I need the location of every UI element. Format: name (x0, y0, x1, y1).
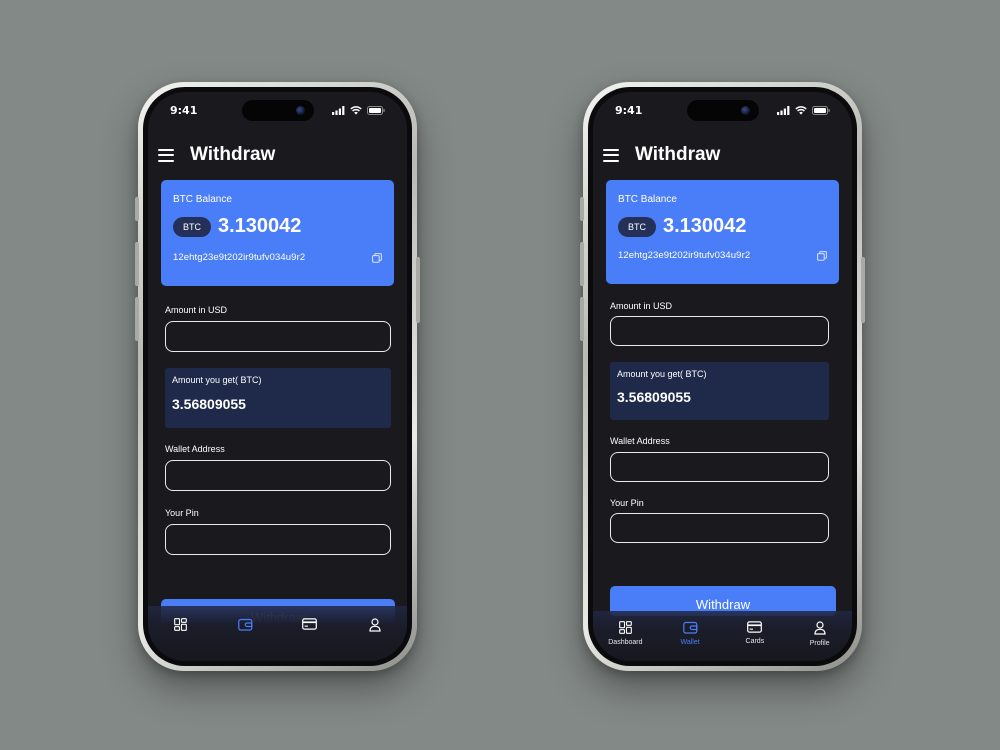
page-title: Withdraw (190, 144, 276, 165)
tab-dashboard[interactable] (154, 618, 206, 636)
wifi-icon (350, 105, 362, 115)
tab-dashboard-label: Dashboard (608, 639, 643, 646)
bottom-tab-bar (148, 606, 407, 661)
battery-icon (812, 105, 830, 115)
tab-wallet[interactable]: Wallet (664, 621, 716, 646)
amount-get-label: Amount you get( BTC) (172, 375, 262, 385)
balance-amount: 3.130042 (663, 215, 747, 237)
balance-row: BTC 3.130042 (618, 215, 827, 238)
status-icons (332, 105, 385, 115)
phone-screen: 9:41 Withdraw BTC Balance BTC 3.130042 1… (148, 92, 407, 661)
cellular-signal-icon (777, 105, 790, 115)
amount-usd-label: Amount in USD (165, 305, 228, 315)
tab-cards-label: Cards (745, 638, 765, 645)
profile-icon (814, 621, 826, 635)
app-header: Withdraw (158, 144, 275, 166)
wallet-address-input[interactable] (165, 460, 391, 491)
pin-input[interactable] (610, 513, 829, 543)
balance-amount: 3.130042 (218, 215, 302, 237)
tab-wallet-label: Wallet (680, 639, 700, 646)
amount-get-value: 3.56809055 (617, 389, 691, 405)
pin-input[interactable] (165, 524, 391, 555)
balance-label: BTC Balance (173, 194, 232, 205)
tab-dashboard[interactable]: Dashboard (599, 621, 651, 646)
phone-mockup-left: 9:41 Withdraw BTC Balance BTC 3.130042 1… (135, 82, 420, 671)
front-camera (740, 106, 750, 115)
wallet-icon (682, 621, 698, 634)
bottom-tab-bar: Dashboard Wallet Cards Profile (593, 611, 852, 661)
btc-balance-card: BTC Balance BTC 3.130042 12ehtg23e9t202i… (161, 180, 394, 286)
balance-row: BTC 3.130042 (173, 215, 382, 238)
phone-action-button (580, 197, 584, 221)
hamburger-menu-icon[interactable] (603, 148, 619, 162)
wifi-icon (795, 105, 807, 115)
wallet-address-row: 12ehtg23e9t202ir9tufv034u9r2 (173, 252, 382, 263)
copy-icon[interactable] (817, 250, 827, 261)
phone-volume-down-button (135, 297, 139, 341)
dashboard-icon (174, 618, 187, 631)
amount-you-get-box: Amount you get( BTC) 3.56809055 (610, 362, 829, 420)
status-time: 9:41 (170, 103, 198, 117)
status-time: 9:41 (615, 103, 643, 117)
phone-volume-down-button (580, 297, 584, 341)
balance-label: BTC Balance (618, 194, 677, 205)
copy-icon[interactable] (372, 252, 382, 263)
phone-power-button (416, 257, 420, 323)
tab-cards[interactable]: Cards (729, 621, 781, 645)
tab-profile-label: Profile (809, 640, 830, 647)
btc-balance-card: BTC Balance BTC 3.130042 12ehtg23e9t202i… (606, 180, 839, 284)
pin-label: Your Pin (610, 498, 644, 508)
wallet-address-input[interactable] (610, 452, 829, 482)
amount-get-value: 3.56809055 (172, 396, 246, 412)
dashboard-icon (619, 621, 632, 634)
phone-volume-up-button (135, 242, 139, 286)
amount-usd-label: Amount in USD (610, 301, 673, 311)
wallet-address-label: Wallet Address (610, 436, 670, 446)
status-icons (777, 105, 830, 115)
page-title: Withdraw (635, 144, 721, 165)
front-camera (295, 106, 305, 115)
wallet-address-text: 12ehtg23e9t202ir9tufv034u9r2 (173, 252, 306, 263)
wallet-icon (237, 618, 253, 631)
profile-icon (369, 618, 381, 632)
app-header: Withdraw (603, 144, 720, 166)
pin-label: Your Pin (165, 508, 199, 518)
currency-pill: BTC (618, 216, 656, 237)
cellular-signal-icon (332, 105, 345, 115)
dynamic-island (686, 100, 759, 121)
wallet-address-row: 12ehtg23e9t202ir9tufv034u9r2 (618, 250, 827, 261)
wallet-address-label: Wallet Address (165, 444, 225, 454)
hamburger-menu-icon[interactable] (158, 148, 174, 162)
phone-power-button (861, 257, 865, 323)
wallet-address-text: 12ehtg23e9t202ir9tufv034u9r2 (618, 250, 751, 261)
phone-screen: 9:41 Withdraw BTC Balance BTC 3.130042 1… (593, 92, 852, 661)
tab-profile[interactable] (349, 618, 401, 637)
tab-wallet[interactable] (219, 618, 271, 636)
phone-volume-up-button (580, 242, 584, 286)
amount-you-get-box: Amount you get( BTC) 3.56809055 (165, 368, 391, 428)
amount-get-label: Amount you get( BTC) (617, 369, 707, 379)
phone-mockup-right: 9:41 Withdraw BTC Balance BTC 3.130042 1… (580, 82, 865, 671)
tab-cards[interactable] (284, 618, 336, 635)
tab-profile[interactable]: Profile (794, 621, 846, 647)
amount-usd-input[interactable] (165, 321, 391, 352)
battery-icon (367, 105, 385, 115)
phone-action-button (135, 197, 139, 221)
amount-usd-input[interactable] (610, 316, 829, 346)
cards-icon (302, 618, 318, 630)
dynamic-island (241, 100, 314, 121)
currency-pill: BTC (173, 216, 211, 237)
cards-icon (747, 621, 763, 633)
